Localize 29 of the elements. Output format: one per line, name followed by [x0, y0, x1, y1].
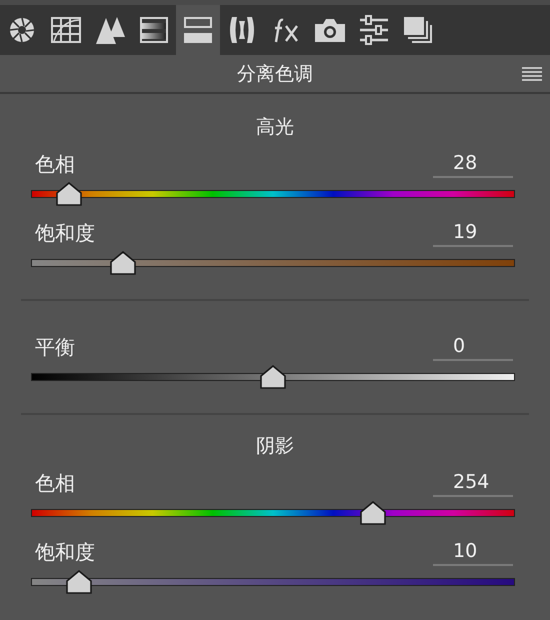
slider-thumb[interactable]	[56, 182, 82, 206]
panel-tab[interactable]	[176, 5, 220, 55]
section-heading: 高光	[255, 115, 295, 140]
value-field[interactable]: 28	[433, 150, 513, 178]
slider-thumb[interactable]	[66, 570, 92, 594]
value-field[interactable]: 254	[433, 469, 513, 497]
camera-icon	[314, 17, 346, 43]
slider-thumb[interactable]	[260, 365, 286, 389]
slider-thumb[interactable]	[360, 501, 386, 525]
slider-label: 饱和度	[35, 220, 95, 247]
split-bars-icon	[184, 17, 212, 43]
slider-label: 色相	[35, 470, 75, 497]
panel-title: 分离色调	[237, 62, 313, 86]
slider-thumb[interactable]	[110, 251, 136, 275]
layers-icon	[403, 16, 433, 44]
section-heading: 阴影	[255, 434, 295, 459]
slider-label: 平衡	[35, 334, 75, 361]
slider-label: 饱和度	[35, 539, 95, 566]
value-field[interactable]: 19	[433, 219, 513, 247]
curve-grid-icon	[51, 17, 81, 43]
sliders-icon	[359, 15, 389, 45]
value-field[interactable]: 0	[433, 333, 513, 361]
aperture-icon	[8, 16, 36, 44]
lens-icon	[229, 15, 255, 45]
gradient-bars-icon	[140, 17, 168, 43]
value-field[interactable]: 10	[433, 538, 513, 566]
mountains-icon	[95, 15, 125, 45]
menu-icon[interactable]	[522, 67, 542, 81]
slider-label: 色相	[35, 151, 75, 178]
